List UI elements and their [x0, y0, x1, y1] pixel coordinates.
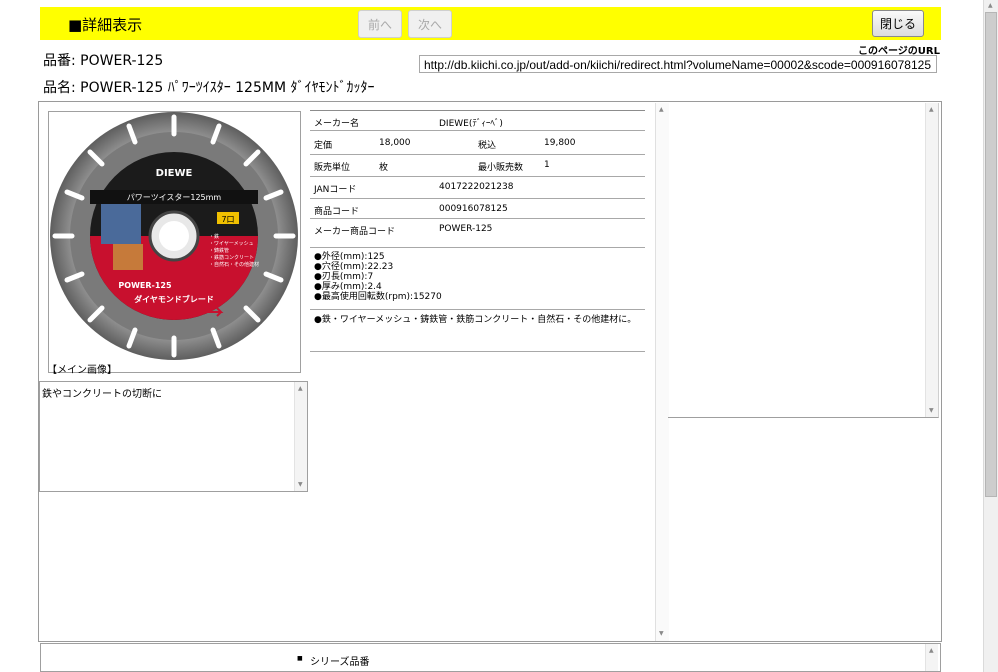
- spec-row-code: 商品コード 000916078125: [310, 199, 645, 219]
- page-scroll-thumb[interactable]: [985, 12, 997, 497]
- page-title: ■詳細表示: [68, 16, 143, 34]
- tax-value: 19,800: [544, 138, 576, 148]
- detail-thickness: ●厚み(mm):2.4: [314, 282, 382, 292]
- spec-row-maker: メーカー名 DIEWE(ﾃﾞｨｰﾍﾞ): [310, 111, 645, 131]
- diamond-blade-image: パワーツイスター125mm DIEWE 7口 ・鉄 ・ワイヤーメッシュ ・鋳鉄管…: [50, 112, 298, 360]
- product-name: 品名: POWER-125 ﾊﾟﾜｰﾂｲｽﾀｰ 125MM ﾀﾞｲﾔﾓﾝﾄﾞｶｯ…: [43, 80, 375, 96]
- detail-outer-diameter: ●外径(mm):125: [314, 252, 385, 262]
- scroll-up-arrow-icon[interactable]: ▲: [659, 106, 664, 113]
- scroll-up-arrow-icon[interactable]: ▲: [988, 2, 993, 9]
- description-text: 鉄やコンクリートの切断に: [42, 389, 162, 400]
- related-panel-top: ▲ ▼: [668, 103, 939, 418]
- spec-details: ●外径(mm):125 ●穴径(mm):22.23 ●刃長(mm):7 ●厚み(…: [314, 252, 442, 302]
- blade-use-4: ・自然石・その他建材: [209, 261, 259, 268]
- code-label: 商品コード: [314, 207, 360, 217]
- description-textarea[interactable]: 鉄やコンクリートの切断に ▲ ▼: [39, 381, 308, 492]
- min-value: 1: [544, 160, 550, 170]
- image-caption: 【メイン画像】: [47, 365, 117, 376]
- spec-row-price: 定価 18,000 税込 19,800: [310, 133, 645, 155]
- scroll-down-arrow-icon[interactable]: ▼: [659, 630, 664, 637]
- blade-brand-text: DIEWE: [156, 168, 193, 179]
- scroll-down-arrow-icon[interactable]: ▼: [298, 481, 303, 488]
- description-scrollbar[interactable]: ▲ ▼: [294, 382, 307, 491]
- next-button[interactable]: 次へ: [408, 10, 452, 38]
- maker-code-value: POWER-125: [439, 224, 493, 234]
- materials-text: ●鉄・ワイヤーメッシュ・鋳鉄管・鉄筋コンクリート・自然石・その他建材に。: [314, 315, 637, 325]
- blade-use-2: ・鋳鉄管: [209, 247, 229, 254]
- spec-row-jan: JANコード 4017222021238: [310, 177, 645, 199]
- tax-label: 税込: [478, 141, 497, 151]
- min-label: 最小販売数: [478, 163, 524, 173]
- related-scrollbar[interactable]: ▲ ▼: [925, 103, 938, 417]
- price-label: 定価: [314, 141, 333, 151]
- scroll-up-arrow-icon[interactable]: ▲: [929, 647, 934, 654]
- blade-use-3: ・鉄筋コンクリート: [209, 254, 254, 261]
- detail-max-rpm: ●最高使用回転数(rpm):15270: [314, 292, 442, 302]
- prev-button[interactable]: 前へ: [358, 10, 402, 38]
- page-scrollbar[interactable]: ▲: [983, 0, 998, 672]
- maker-value: DIEWE(ﾃﾞｨｰﾍﾞ): [439, 119, 503, 129]
- series-panel: ■ シリーズ品番 ▲: [40, 643, 941, 672]
- product-number: 品番: POWER-125: [43, 53, 164, 69]
- jan-value: 4017222021238: [439, 182, 514, 192]
- series-scrollbar[interactable]: ▲: [925, 644, 938, 671]
- blade-badge-text: 7口: [221, 215, 234, 224]
- main-image[interactable]: パワーツイスター125mm DIEWE 7口 ・鉄 ・ワイヤーメッシュ ・鋳鉄管…: [48, 111, 301, 373]
- close-button[interactable]: 閉じる: [872, 10, 924, 37]
- spec-row-maker-code: メーカー商品コード POWER-125: [310, 219, 645, 248]
- spec-row-details: ●外径(mm):125 ●穴径(mm):22.23 ●刃長(mm):7 ●厚み(…: [310, 249, 645, 310]
- blade-banner-text: ダイヤモンドブレード: [134, 294, 214, 304]
- scroll-up-arrow-icon[interactable]: ▲: [929, 106, 934, 113]
- header-bar: [40, 7, 941, 40]
- maker-code-label: メーカー商品コード: [314, 227, 396, 237]
- scroll-up-arrow-icon[interactable]: ▲: [298, 385, 303, 392]
- bullet-icon: ■: [297, 655, 303, 662]
- spec-row-unit: 販売単位 枚 最小販売数 1: [310, 155, 645, 177]
- spec-row-materials: ●鉄・ワイヤーメッシュ・鋳鉄管・鉄筋コンクリート・自然石・その他建材に。: [310, 311, 645, 352]
- series-label: シリーズ品番: [310, 657, 370, 668]
- blade-label-text: パワーツイスター125mm: [127, 193, 222, 202]
- price-value: 18,000: [379, 138, 411, 148]
- jan-label: JANコード: [314, 185, 357, 195]
- scroll-down-arrow-icon[interactable]: ▼: [929, 407, 934, 414]
- maker-label: メーカー名: [314, 119, 360, 129]
- related-panel-bottom: [668, 418, 940, 640]
- code-value: 000916078125: [439, 204, 508, 214]
- spec-scrollbar[interactable]: ▲ ▼: [655, 103, 669, 641]
- blade-use-0: ・鉄: [209, 233, 219, 240]
- blade-use-1: ・ワイヤーメッシュ: [209, 241, 254, 247]
- url-field[interactable]: http://db.kiichi.co.jp/out/add-on/kiichi…: [419, 55, 937, 73]
- blade-model-text: POWER-125: [118, 281, 172, 290]
- unit-label: 販売単位: [314, 163, 351, 173]
- detail-blade-length: ●刃長(mm):7: [314, 272, 374, 282]
- unit-value: 枚: [379, 163, 389, 173]
- detail-hole-diameter: ●穴径(mm):22.23: [314, 262, 394, 272]
